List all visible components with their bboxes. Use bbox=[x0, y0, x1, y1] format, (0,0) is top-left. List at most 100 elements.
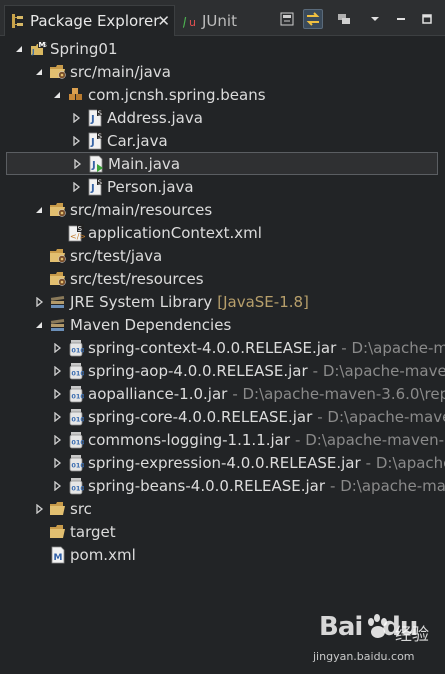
tree-item-label: Person.java bbox=[107, 177, 194, 196]
tree-item[interactable]: </> SapplicationContext.xml bbox=[0, 221, 445, 244]
tree-item[interactable]: 010 spring-core-4.0.0.RELEASE.jar - D:\apa… bbox=[0, 405, 445, 428]
collapse-all-icon[interactable] bbox=[277, 9, 297, 29]
tree-item[interactable]: 010 spring-expression-4.0.0.RELEASE.jar - … bbox=[0, 451, 445, 474]
tree-item[interactable]: 010 commons-logging-1.1.1.jar - D:\apache-… bbox=[0, 428, 445, 451]
tree-item-label: src/test/java bbox=[70, 246, 163, 265]
java-file-icon: JS bbox=[86, 177, 104, 196]
tree-item-decoration: - D:\apache-maven-3.6.0\repo bbox=[232, 384, 445, 403]
tree-item[interactable]: src bbox=[0, 497, 445, 520]
tree-item-label: src/main/java bbox=[70, 62, 171, 81]
tree-item-label: Main.java bbox=[108, 154, 181, 173]
svg-text:J: J bbox=[183, 15, 187, 28]
project-icon: MSJ bbox=[29, 39, 47, 58]
collapse-arrow-icon[interactable] bbox=[51, 480, 63, 492]
view-toolbar bbox=[277, 9, 437, 29]
tree-item[interactable]: src/test/resources bbox=[0, 267, 445, 290]
collapse-arrow-icon[interactable] bbox=[70, 181, 82, 193]
tree-item[interactable]: src/main/resources bbox=[0, 198, 445, 221]
tab-package-explorer[interactable]: Package Explorer ✕ bbox=[4, 5, 175, 36]
collapse-arrow-icon[interactable] bbox=[51, 388, 63, 400]
link-with-editor-icon[interactable] bbox=[303, 9, 323, 29]
tree-item[interactable]: J S Person.java bbox=[0, 175, 445, 198]
tree-item-label: src/main/resources bbox=[70, 200, 213, 219]
tree-item-label: com.jcnsh.spring.beans bbox=[88, 85, 266, 104]
tree-item-label: Spring01 bbox=[50, 39, 118, 58]
tree-item[interactable]: J Main.java bbox=[6, 152, 438, 175]
svg-text:S: S bbox=[78, 225, 83, 233]
tab-label: JUnit bbox=[202, 11, 237, 30]
tree-item-label: Car.java bbox=[107, 131, 168, 150]
watermark-cn: 经验 bbox=[395, 625, 429, 645]
tree-item[interactable]: J S Address.java bbox=[0, 106, 445, 129]
tree-item[interactable]: Maven Dependencies bbox=[0, 313, 445, 336]
collapse-arrow-icon[interactable] bbox=[51, 411, 63, 423]
svg-text:J: J bbox=[90, 137, 95, 148]
jar-icon: 010 bbox=[67, 362, 85, 380]
focus-on-working-set-icon[interactable] bbox=[335, 9, 355, 29]
collapse-arrow-icon[interactable] bbox=[70, 135, 82, 147]
tree-item[interactable]: JRE System Library [JavaSE-1.8] bbox=[0, 290, 445, 313]
tree-item-label: spring-expression-4.0.0.RELEASE.jar bbox=[88, 453, 361, 472]
tree-item-label: src/test/resources bbox=[70, 269, 204, 288]
tree-item-label: target bbox=[70, 522, 116, 541]
tab-junit[interactable]: J u JUnit bbox=[181, 5, 237, 36]
expand-arrow-icon[interactable] bbox=[33, 66, 45, 78]
tree-item-label: pom.xml bbox=[70, 545, 136, 564]
tree-item-label: spring-context-4.0.0.RELEASE.jar bbox=[88, 338, 337, 357]
svg-text:S: S bbox=[98, 132, 103, 140]
svg-text:J: J bbox=[91, 160, 96, 171]
collapse-arrow-icon[interactable] bbox=[51, 342, 63, 354]
view-tab-bar: Package Explorer ✕ J u JUnit bbox=[0, 0, 445, 36]
tree-item[interactable]: M S J Spring01 bbox=[0, 37, 445, 60]
tree-item[interactable]: com.jcnsh.spring.beans bbox=[0, 83, 445, 106]
svg-text:J: J bbox=[31, 48, 35, 56]
tree-item-label: commons-logging-1.1.1.jar bbox=[88, 430, 291, 449]
collapse-arrow-icon[interactable] bbox=[33, 503, 45, 515]
expand-arrow-icon[interactable] bbox=[33, 204, 45, 216]
folder-icon bbox=[49, 523, 67, 541]
java-file-icon: JS bbox=[86, 131, 104, 150]
svg-text:010: 010 bbox=[71, 392, 84, 400]
paw-icon bbox=[367, 614, 389, 644]
tree-item[interactable]: 010 spring-aop-4.0.0.RELEASE.jar - D:\apac… bbox=[0, 359, 445, 382]
java-main-file-icon: J bbox=[87, 155, 105, 173]
collapse-arrow-icon[interactable] bbox=[71, 158, 83, 170]
tree-item[interactable]: 010 spring-context-4.0.0.RELEASE.jar - D:\… bbox=[0, 336, 445, 359]
tree-item-decoration: [JavaSE-1.8] bbox=[217, 292, 309, 311]
source-folder-icon bbox=[49, 270, 67, 288]
view-menu-icon[interactable] bbox=[365, 9, 385, 29]
tree-item[interactable]: Mpom.xml bbox=[0, 543, 445, 566]
tree-item[interactable]: J S Car.java bbox=[0, 129, 445, 152]
minimize-icon[interactable] bbox=[391, 9, 411, 29]
tab-label: Package Explorer bbox=[30, 12, 160, 30]
jar-icon: 010 bbox=[67, 431, 85, 449]
expand-arrow-icon[interactable] bbox=[13, 43, 25, 55]
expand-arrow-icon[interactable] bbox=[51, 89, 63, 101]
tree-item[interactable]: 010 aopalliance-1.0.jar - D:\apache-maven-… bbox=[0, 382, 445, 405]
source-folder-icon bbox=[49, 247, 67, 265]
collapse-arrow-icon[interactable] bbox=[33, 296, 45, 308]
maximize-icon[interactable] bbox=[417, 9, 437, 29]
svg-text:010: 010 bbox=[71, 369, 84, 377]
tree-item[interactable]: src/test/java bbox=[0, 244, 445, 267]
collapse-arrow-icon[interactable] bbox=[70, 112, 82, 124]
tree-item[interactable]: target bbox=[0, 520, 445, 543]
source-folder-icon bbox=[49, 201, 67, 219]
expand-arrow-icon[interactable] bbox=[33, 319, 45, 331]
svg-text:010: 010 bbox=[71, 346, 84, 354]
tree-item-label: applicationContext.xml bbox=[88, 223, 262, 242]
tree-item[interactable]: src/main/java bbox=[0, 60, 445, 83]
collapse-arrow-icon[interactable] bbox=[51, 434, 63, 446]
tree-item-decoration: - D:\apache-maver bbox=[317, 407, 445, 426]
collapse-arrow-icon[interactable] bbox=[51, 365, 63, 377]
svg-text:J: J bbox=[90, 114, 95, 125]
tree-item-label: spring-aop-4.0.0.RELEASE.jar bbox=[88, 361, 308, 380]
source-folder-icon bbox=[49, 63, 67, 81]
tree-item[interactable]: 010 spring-beans-4.0.0.RELEASE.jar - D:\ap… bbox=[0, 474, 445, 497]
collapse-arrow-icon[interactable] bbox=[51, 457, 63, 469]
svg-text:010: 010 bbox=[71, 461, 84, 469]
close-icon[interactable]: ✕ bbox=[157, 12, 170, 30]
svg-text:M: M bbox=[54, 553, 63, 563]
